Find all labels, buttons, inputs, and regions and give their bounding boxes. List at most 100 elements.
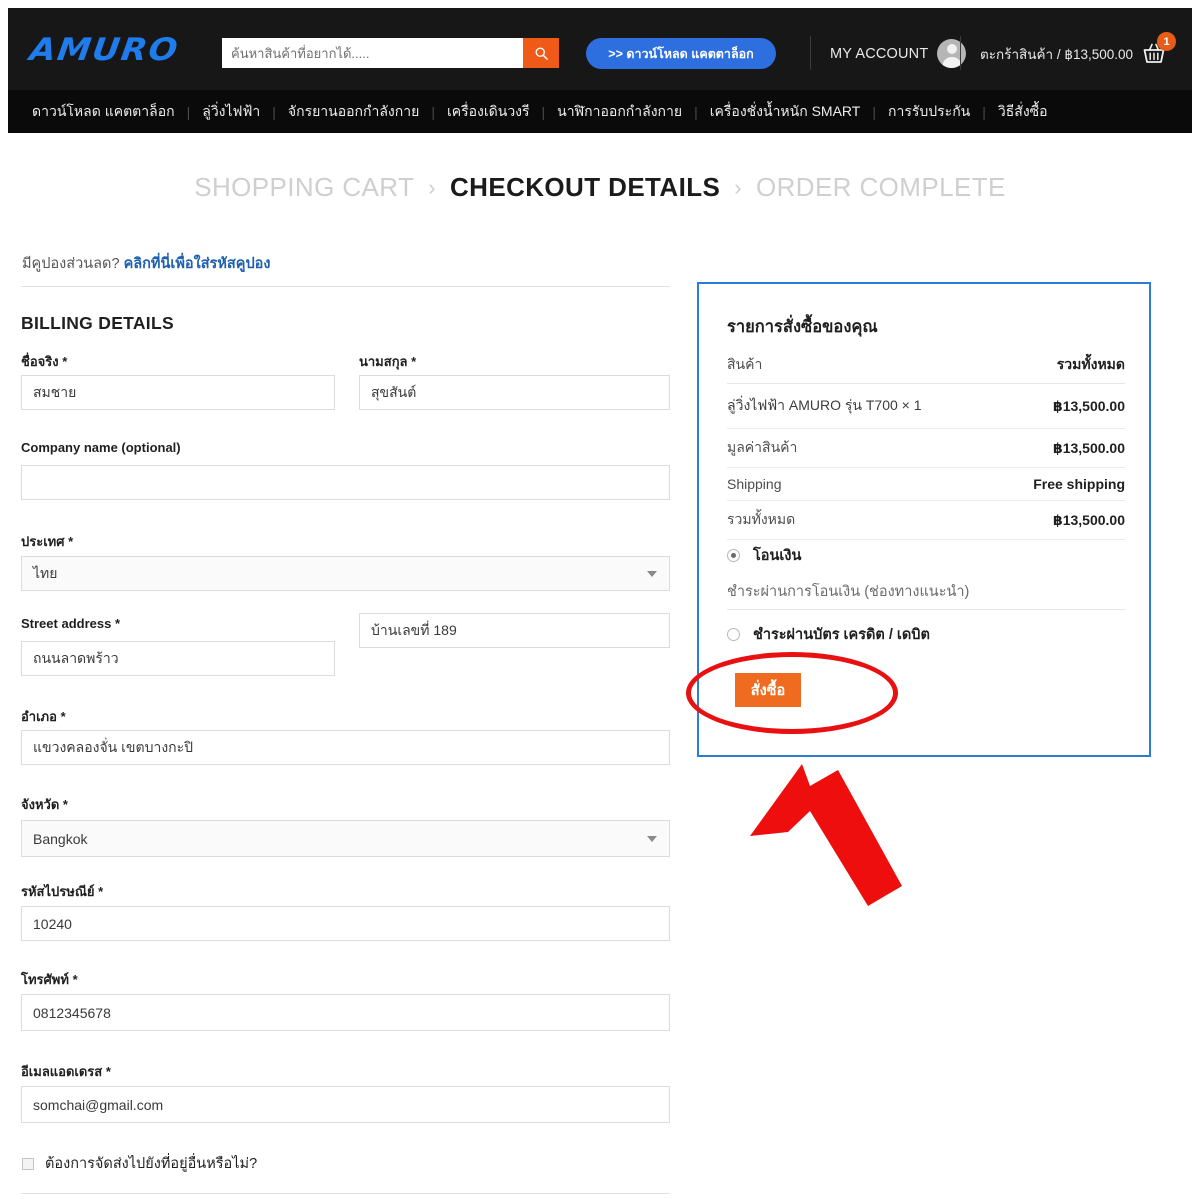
avatar xyxy=(937,39,967,68)
order-summary-table: สินค้า รวมทั้งหมด ลู่วิ่งไฟฟ้า AMURO รุ่… xyxy=(727,346,1125,540)
my-account-label: MY ACCOUNT xyxy=(830,45,929,62)
order-table-head: สินค้า รวมทั้งหมด xyxy=(727,346,1125,384)
province-label-text: จังหวัด xyxy=(21,797,60,812)
order-col-total: รวมทั้งหมด xyxy=(1056,356,1125,372)
phone-input[interactable] xyxy=(21,994,670,1031)
last-name-label: นามสกุล * xyxy=(359,351,416,372)
district-input[interactable] xyxy=(21,730,670,765)
street-address-label: Street address * xyxy=(21,616,120,631)
chevron-down-icon xyxy=(647,570,657,577)
required-marker: * xyxy=(105,1064,111,1079)
last-name-label-text: นามสกุล xyxy=(359,354,408,369)
search-bar xyxy=(222,38,559,68)
payment-option-credit-card[interactable]: ชำระผ่านบัตร เครดิต / เดบิต xyxy=(727,623,930,646)
first-name-label: ชื่อจริง * xyxy=(21,351,67,372)
cart-icon-wrapper: 1 xyxy=(1141,32,1177,67)
coupon-prefix: มีคูปองส่วนลด? xyxy=(22,256,124,272)
last-name-input[interactable] xyxy=(359,375,670,410)
page-root: AMURO >> ดาวน์โหลด แคตตาล็อก MY ACCOUNT … xyxy=(0,0,1200,1199)
order-line-amount: ฿13,500.00 xyxy=(1052,397,1125,414)
order-line-name: ลู่วิ่งไฟฟ้า AMURO รุ่น T700 × 1 xyxy=(727,397,922,413)
table-row: รวมทั้งหมด ฿13,500.00 xyxy=(727,501,1125,540)
coupon-notice: มีคูปองส่วนลด? คลิกที่นี่เพื่อใส่รหัสคูป… xyxy=(22,252,270,275)
email-label-text: อีเมลแอดเดรส xyxy=(21,1064,103,1079)
search-icon xyxy=(535,47,548,60)
table-row: มูลค่าสินค้า ฿13,500.00 xyxy=(727,429,1125,468)
required-marker: * xyxy=(114,616,121,631)
street-address-line2-input[interactable] xyxy=(359,613,670,648)
place-order-button[interactable]: สั่งซื้อ xyxy=(735,673,801,707)
ship-to-different-address-label: ต้องการจัดส่งไปยังที่อยู่อื่นหรือไม่? xyxy=(45,1156,258,1172)
order-col-product: สินค้า xyxy=(727,356,763,372)
payment-description: ชำระผ่านการโอนเงิน (ช่องทางแนะนำ) xyxy=(727,584,970,600)
company-name-label: Company name (optional) xyxy=(21,440,181,455)
postcode-label-text: รหัสไปรษณีย์ xyxy=(21,884,95,899)
order-line-name: รวมทั้งหมด xyxy=(727,511,796,527)
search-input[interactable] xyxy=(222,38,523,68)
nav-item-6[interactable]: การรับประกัน xyxy=(876,101,982,123)
billing-details-heading: BILLING DETAILS xyxy=(21,313,174,333)
required-marker: * xyxy=(60,709,66,724)
phone-label-text: โทรศัพท์ xyxy=(21,972,69,987)
step-order-complete: ORDER COMPLETE xyxy=(755,172,1006,202)
step-shopping-cart[interactable]: SHOPPING CART xyxy=(194,172,414,203)
payment-option-bank-transfer[interactable]: โอนเงิน xyxy=(727,544,801,567)
phone-label: โทรศัพท์ * xyxy=(21,969,78,990)
email-label: อีเมลแอดเดรส * xyxy=(21,1061,111,1082)
site-logo[interactable]: AMURO xyxy=(27,32,181,68)
chevron-down-icon xyxy=(647,835,657,842)
site-header: AMURO >> ดาวน์โหลด แคตตาล็อก MY ACCOUNT … xyxy=(8,8,1192,90)
annotation-arrow-icon xyxy=(750,764,902,906)
cart-count-badge: 1 xyxy=(1157,32,1177,51)
nav-item-0[interactable]: ดาวน์โหลด แคตตาล็อก xyxy=(20,101,187,123)
required-marker: * xyxy=(98,884,104,899)
province-label: จังหวัด * xyxy=(21,794,68,815)
company-name-input[interactable] xyxy=(21,465,670,500)
chevron-right-icon: › xyxy=(428,174,436,200)
district-label-text: อำเภอ xyxy=(21,709,57,724)
nav-item-1[interactable]: ลู่วิ่งไฟฟ้า xyxy=(190,101,272,123)
coupon-divider xyxy=(21,286,670,287)
required-marker: * xyxy=(411,354,417,369)
main-navigation: ดาวน์โหลด แคตตาล็อก | ลู่วิ่งไฟฟ้า | จัก… xyxy=(8,90,1192,133)
country-label-text: ประเทศ xyxy=(21,534,65,549)
order-summary-heading: รายการสั่งซื้อของคุณ xyxy=(727,318,878,336)
chevron-right-icon: › xyxy=(734,174,742,200)
postcode-input[interactable] xyxy=(21,906,670,941)
province-select[interactable]: Bangkok xyxy=(21,820,670,857)
my-account-link[interactable]: MY ACCOUNT xyxy=(830,39,967,68)
order-table-header-row: สินค้า รวมทั้งหมด xyxy=(727,346,1125,384)
bottom-divider xyxy=(21,1193,670,1194)
email-input[interactable] xyxy=(21,1086,670,1123)
order-summary-panel: รายการสั่งซื้อของคุณ สินค้า รวมทั้งหมด ล… xyxy=(697,282,1151,757)
street-address-input[interactable] xyxy=(21,641,335,676)
ship-to-different-address-checkbox[interactable] xyxy=(22,1157,34,1170)
order-line-name: มูลค่าสินค้า xyxy=(727,439,798,455)
download-catalog-button[interactable]: >> ดาวน์โหลด แคตตาล็อก xyxy=(586,38,776,69)
nav-item-7[interactable]: วิธีสั่งซื้อ xyxy=(986,101,1060,123)
payment-radio-bank-transfer[interactable] xyxy=(727,549,740,562)
coupon-link[interactable]: คลิกที่นี่เพื่อใส่รหัสคูปอง xyxy=(124,256,271,272)
nav-item-3[interactable]: เครื่องเดินวงรี xyxy=(435,101,542,123)
province-select-value: Bangkok xyxy=(33,830,88,847)
ship-to-different-address-row[interactable]: ต้องการจัดส่งไปยังที่อยู่อื่นหรือไม่? xyxy=(22,1152,257,1175)
first-name-label-text: ชื่อจริง xyxy=(21,354,59,369)
first-name-input[interactable] xyxy=(21,375,335,410)
required-marker: * xyxy=(72,972,78,987)
cart-link[interactable]: ตะกร้าสินค้า / ฿13,500.00 1 xyxy=(980,32,1177,67)
nav-item-4[interactable]: นาฬิกาออกกำลังกาย xyxy=(545,101,694,123)
table-row: Shipping Free shipping xyxy=(727,468,1125,501)
table-row: ลู่วิ่งไฟฟ้า AMURO รุ่น T700 × 1 ฿13,500… xyxy=(727,384,1125,429)
order-line-name: Shipping xyxy=(727,476,782,492)
nav-item-5[interactable]: เครื่องชั่งน้ำหนัก SMART xyxy=(698,101,873,123)
postcode-label: รหัสไปรษณีย์ * xyxy=(21,881,103,902)
payment-radio-credit-card[interactable] xyxy=(727,628,740,641)
nav-item-2[interactable]: จักรยานออกกำลังกาย xyxy=(276,101,431,123)
payment-label-credit-card: ชำระผ่านบัตร เครดิต / เดบิต xyxy=(753,627,930,643)
country-label: ประเทศ * xyxy=(21,531,73,552)
order-line-amount: Free shipping xyxy=(1033,476,1125,492)
order-line-amount: ฿13,500.00 xyxy=(1052,511,1125,528)
country-select[interactable]: ไทย xyxy=(21,556,670,591)
search-button[interactable] xyxy=(523,38,559,68)
payment-divider xyxy=(727,609,1125,610)
